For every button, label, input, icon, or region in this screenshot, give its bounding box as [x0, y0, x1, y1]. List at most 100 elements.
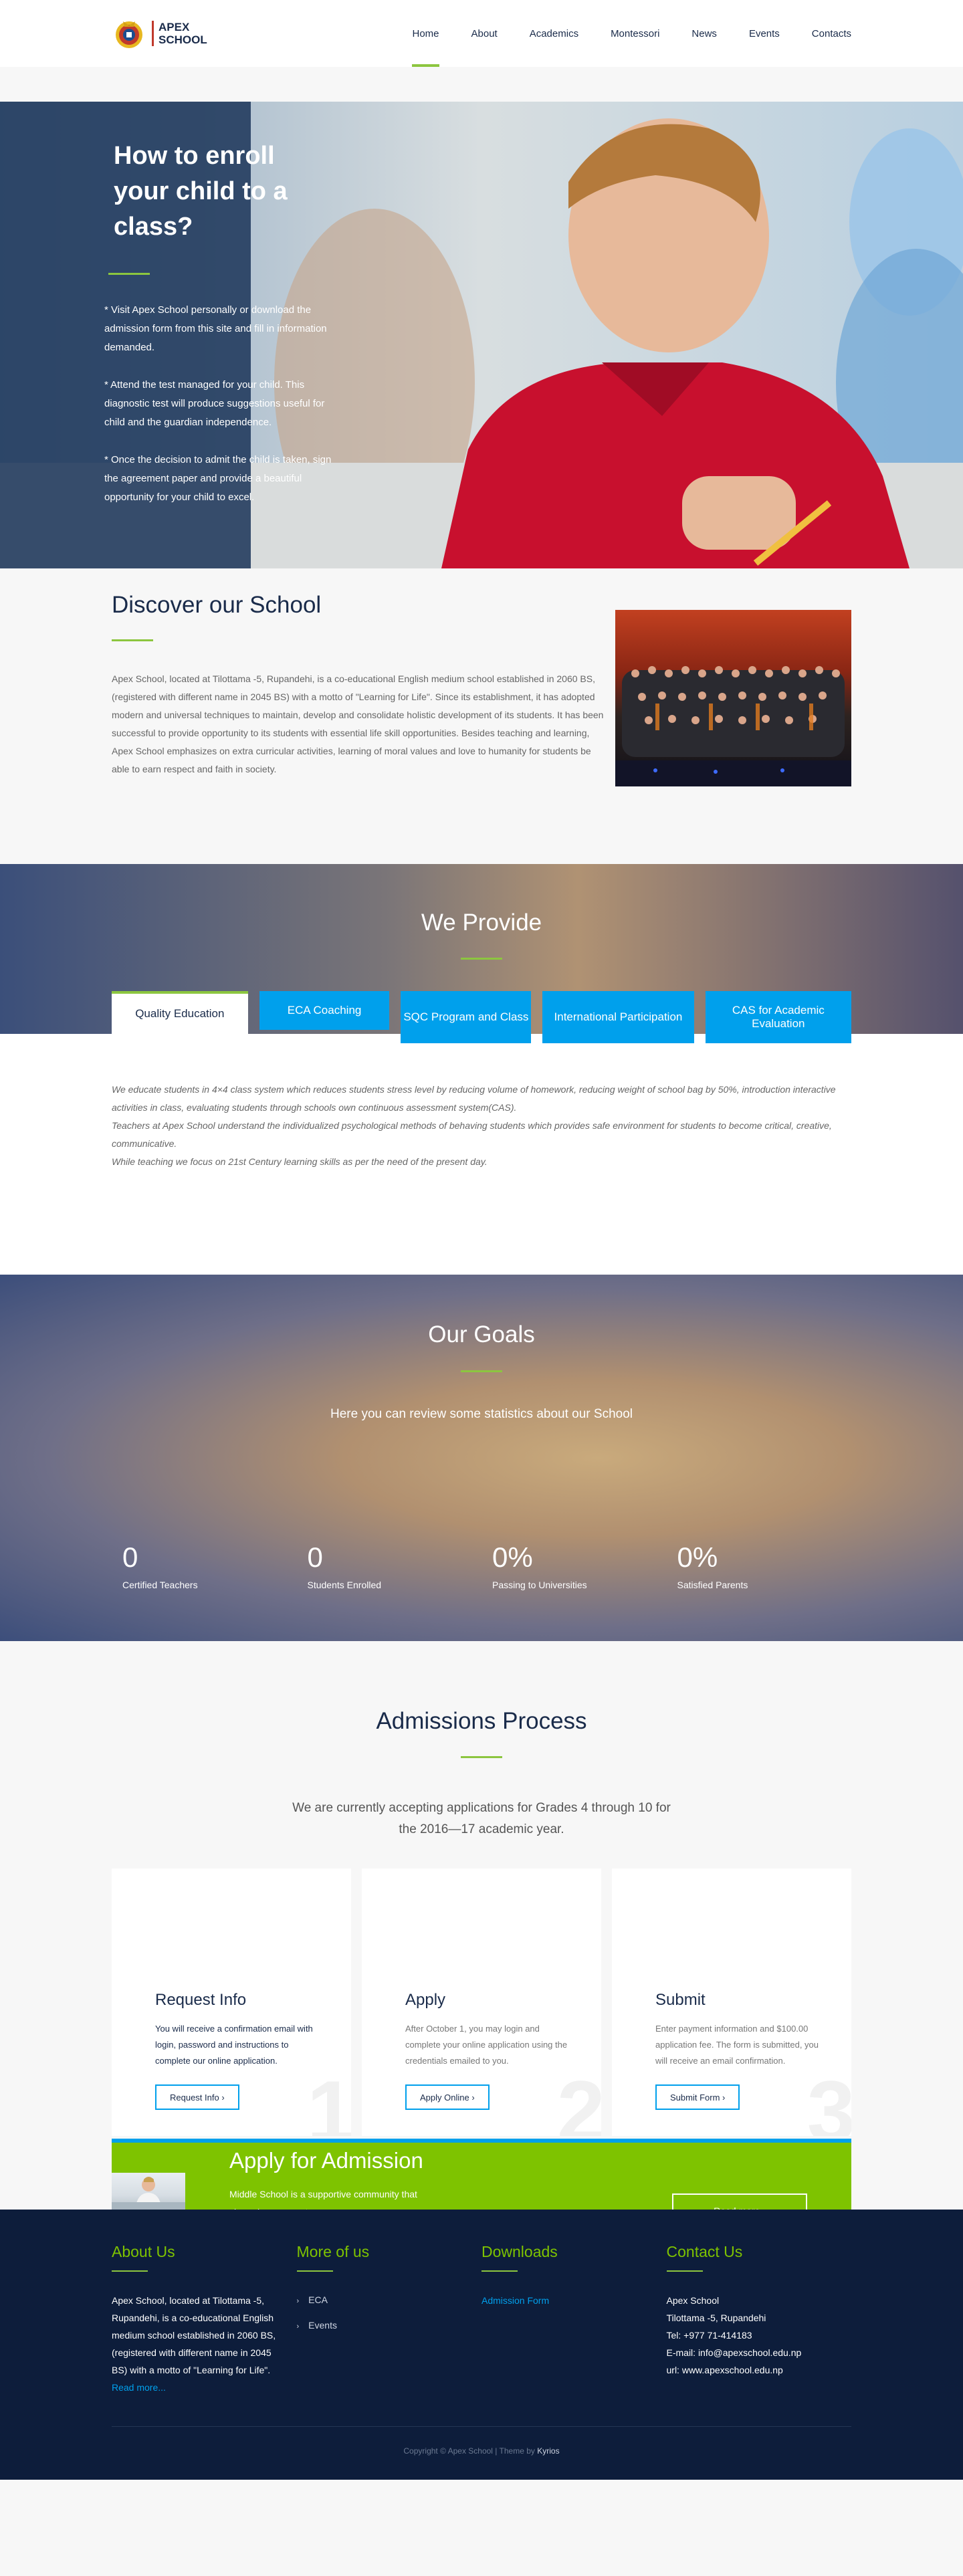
- apply-thumbnail: [112, 2173, 185, 2210]
- copyright: Copyright © Apex School | Theme by Kyrio…: [112, 2446, 851, 2456]
- goals-divider: [461, 1370, 502, 1372]
- header-spacer: [0, 67, 963, 102]
- provide-content: Quality Education ECA Coaching SQC Progr…: [0, 991, 963, 1275]
- footer-link-events[interactable]: › Events: [297, 2313, 482, 2339]
- nav-about[interactable]: About: [455, 0, 514, 67]
- stat-number: 0%: [492, 1541, 533, 1573]
- discover-section: Discover our School Apex School, located…: [0, 568, 963, 864]
- step-number: 2: [556, 2062, 601, 2136]
- admission-form-link[interactable]: Admission Form: [481, 2295, 549, 2306]
- footer-downloads-body: Admission Form: [481, 2292, 652, 2309]
- step-card-request-info: 1 Request Info You will receive a confir…: [112, 1868, 351, 2136]
- apply-online-button[interactable]: Apply Online ›: [405, 2084, 490, 2110]
- theme-credit-link[interactable]: Kyrios: [537, 2446, 559, 2456]
- nav-news[interactable]: News: [675, 0, 733, 67]
- admissions-section: Admissions Process We are currently acce…: [0, 1641, 963, 2228]
- submit-form-button[interactable]: Submit Form ›: [655, 2084, 740, 2110]
- site-logo[interactable]: APEX SCHOOL: [112, 16, 207, 51]
- stat-label: Satisfied Parents: [677, 1580, 748, 1590]
- admissions-divider: [461, 1756, 502, 1758]
- footer-divider: [112, 2270, 148, 2272]
- step-card-apply: 2 Apply After October 1, you may login a…: [362, 1868, 601, 2136]
- step-title: Request Info: [155, 1991, 247, 2009]
- footer-about-body: Apex School, located at Tilottama -5, Ru…: [112, 2292, 282, 2396]
- stat-students: 0 Students Enrolled: [297, 1541, 482, 1591]
- footer-about-text: Apex School, located at Tilottama -5, Ru…: [112, 2295, 276, 2375]
- stat-number: 0: [307, 1541, 323, 1573]
- footer-more-list: › ECA › Events: [297, 2288, 482, 2339]
- footer-contact-title: Contact Us: [666, 2243, 743, 2260]
- provide-title: We Provide: [421, 909, 542, 936]
- footer-more: More of us › ECA › Events: [296, 2243, 482, 2396]
- footer-downloads-title: Downloads: [481, 2243, 558, 2260]
- step-title: Submit: [655, 1991, 706, 2009]
- hero-title: How to enroll your child to a class?: [114, 142, 288, 241]
- provide-paragraph-3: While teaching we focus on 21st Century …: [112, 1156, 488, 1167]
- footer-divider: [481, 2270, 518, 2272]
- contact-email: E-mail: info@apexschool.edu.np: [666, 2347, 802, 2358]
- chevron-right-icon: ›: [296, 2297, 300, 2305]
- stat-parents: 0% Satisfied Parents: [667, 1542, 852, 1591]
- nav-home[interactable]: Home: [396, 0, 455, 67]
- apply-title: Apply for Admission: [229, 2148, 423, 2173]
- nav-montessori[interactable]: Montessori: [595, 0, 675, 67]
- contact-url: url: www.apexschool.edu.np: [666, 2365, 783, 2375]
- school-crest-icon: [112, 16, 146, 51]
- stat-number: 0: [122, 1541, 138, 1573]
- hero-step-3: * Once the decision to admit the child i…: [104, 454, 332, 503]
- footer-link-eca[interactable]: › ECA: [297, 2288, 482, 2313]
- stat-label: Students Enrolled: [307, 1580, 382, 1590]
- contact-name: Apex School: [666, 2295, 720, 2306]
- contact-phone: Tel: +977 71-414183: [666, 2330, 752, 2341]
- contact-address: Tilottama -5, Rupandehi: [666, 2313, 766, 2323]
- footer-about-title: About Us: [112, 2243, 175, 2260]
- goals-stats: 0 Certified Teachers 0 Students Enrolled…: [112, 1541, 852, 1591]
- hero-step-2: * Attend the test managed for your child…: [104, 379, 325, 428]
- provide-text: We educate students in 4×4 class system …: [112, 1081, 851, 1171]
- footer-read-more-link[interactable]: Read more...: [112, 2382, 166, 2393]
- footer-divider: [666, 2270, 703, 2272]
- admissions-intro-line-2: the 2016—17 academic year.: [399, 1822, 564, 1836]
- tab-international-participation[interactable]: International Participation: [542, 991, 694, 1043]
- tab-sqc-program[interactable]: SQC Program and Class: [401, 991, 532, 1043]
- request-info-button[interactable]: Request Info ›: [155, 2084, 239, 2110]
- nav-contacts[interactable]: Contacts: [796, 0, 851, 67]
- nav-academics[interactable]: Academics: [514, 0, 595, 67]
- copyright-text: Copyright © Apex School | Theme by: [403, 2446, 535, 2456]
- discover-divider: [112, 639, 153, 641]
- step-number: 1: [306, 2062, 351, 2136]
- school-group-photo: [615, 610, 851, 786]
- tab-quality-education[interactable]: Quality Education: [112, 991, 248, 1034]
- main-nav: Home About Academics Montessori News Eve…: [396, 0, 851, 67]
- goals-section: Our Goals Here you can review some stati…: [0, 1275, 963, 1641]
- logo-text: APEX SCHOOL: [152, 21, 207, 46]
- stat-label: Certified Teachers: [122, 1580, 198, 1590]
- footer-link-label: Events: [308, 2320, 337, 2331]
- footer-about: About Us Apex School, located at Tilotta…: [112, 2243, 297, 2396]
- admissions-intro-line-1: We are currently accepting applications …: [292, 1801, 671, 1815]
- goals-subtitle: Here you can review some statistics abou…: [330, 1407, 633, 1421]
- footer-divider: [296, 2270, 333, 2272]
- hero-step-1: * Visit Apex School personally or downlo…: [104, 304, 327, 353]
- logo-line-1: APEX: [158, 21, 190, 33]
- step-description: Enter payment information and $100.00 ap…: [655, 2024, 819, 2066]
- step-card-submit: 3 Submit Enter payment information and $…: [612, 1868, 851, 2136]
- site-header: APEX SCHOOL Home About Academics Montess…: [0, 0, 963, 67]
- footer-columns: About Us Apex School, located at Tilotta…: [112, 2243, 851, 2396]
- goals-title: Our Goals: [428, 1321, 535, 1348]
- discover-text: Apex School, located at Tilottama -5, Ru…: [112, 673, 604, 774]
- footer-link-label: ECA: [308, 2294, 328, 2305]
- provide-paragraph-1: We educate students in 4×4 class system …: [112, 1084, 836, 1113]
- step-number: 3: [807, 2062, 851, 2136]
- provide-divider: [461, 958, 502, 960]
- hero-steps: * Visit Apex School personally or downlo…: [104, 301, 338, 526]
- admissions-intro: We are currently accepting applications …: [0, 1798, 963, 1840]
- chevron-right-icon: ›: [296, 2323, 300, 2331]
- apply-banner: Apply for Admission Middle School is a s…: [112, 2139, 851, 2228]
- nav-events[interactable]: Events: [733, 0, 796, 67]
- tab-cas-evaluation[interactable]: CAS for Academic Evaluation: [705, 991, 852, 1043]
- site-footer: About Us Apex School, located at Tilotta…: [0, 2210, 963, 2480]
- admission-steps: 1 Request Info You will receive a confir…: [112, 1868, 851, 2136]
- tab-eca-coaching[interactable]: ECA Coaching: [259, 991, 390, 1030]
- discover-title: Discover our School: [112, 592, 322, 618]
